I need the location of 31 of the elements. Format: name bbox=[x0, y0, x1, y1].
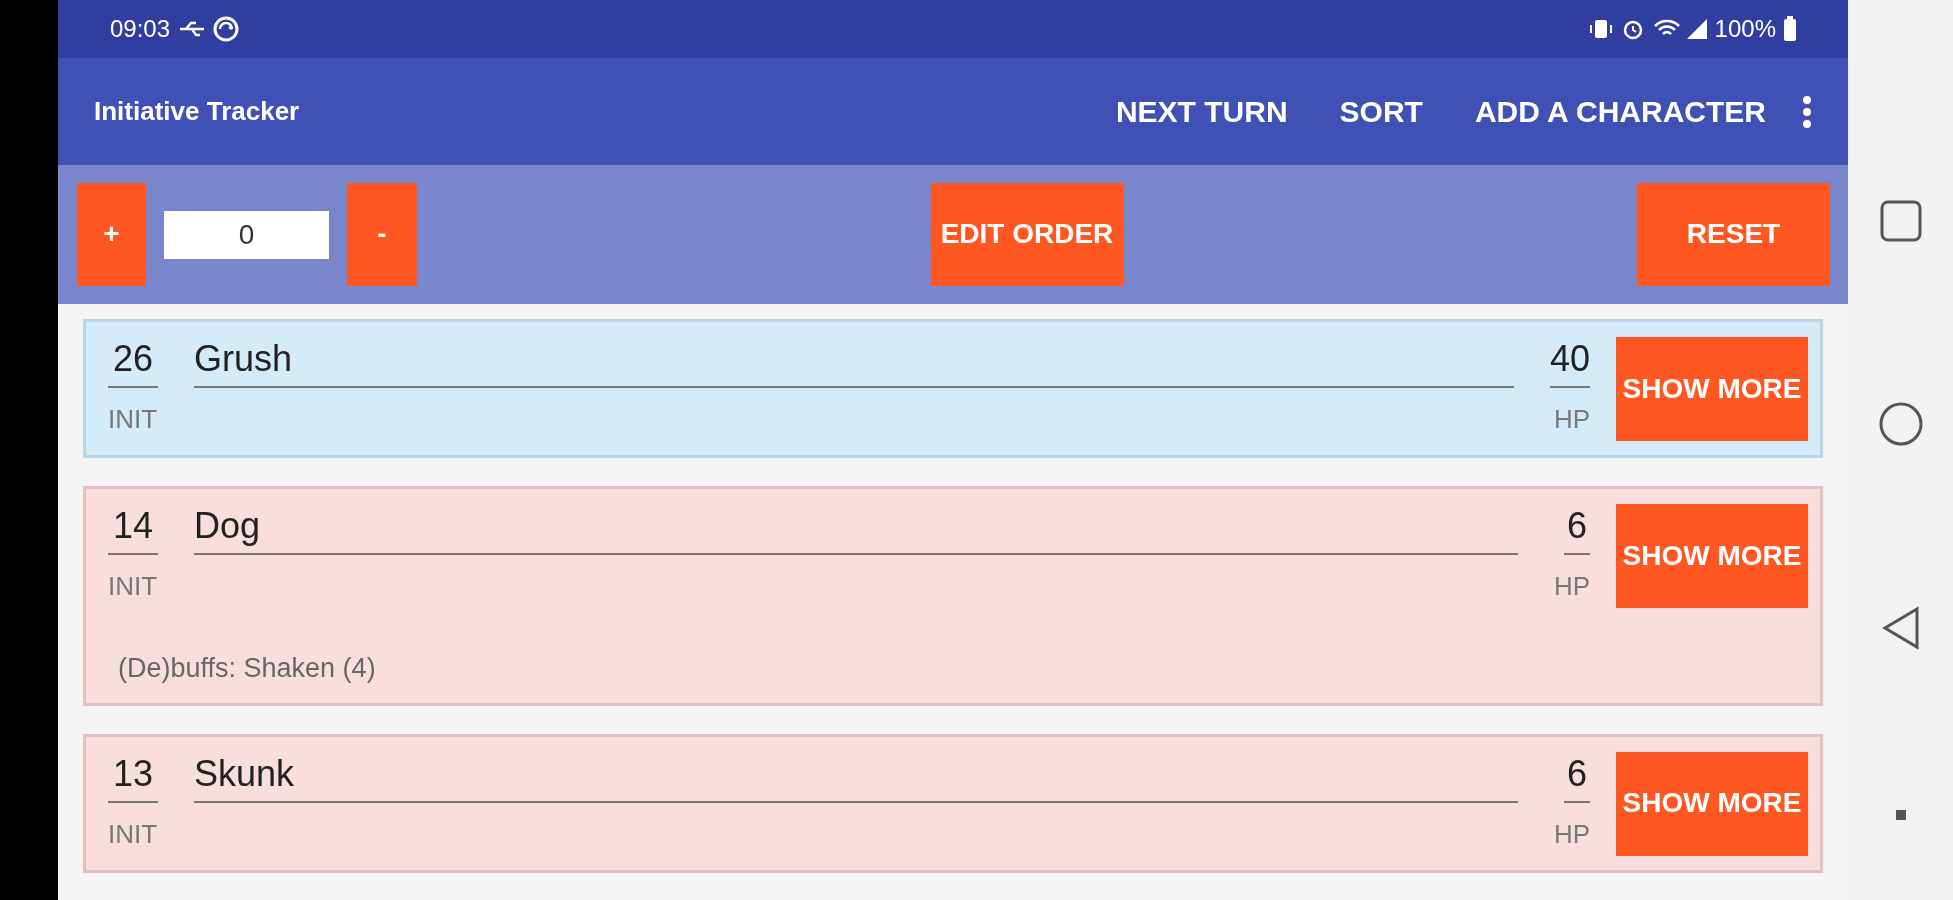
buffs-text: (De)buffs: Shaken (4) bbox=[118, 652, 377, 685]
back-icon bbox=[1880, 605, 1921, 651]
number-input[interactable]: 0 bbox=[164, 210, 329, 259]
vibrate-icon bbox=[1588, 17, 1613, 41]
hp-label: HP bbox=[1553, 403, 1590, 437]
initiative-label: INIT bbox=[108, 570, 158, 604]
hp-label: HP bbox=[1553, 817, 1590, 851]
hp-value[interactable]: 6 bbox=[1564, 751, 1590, 803]
sync-icon bbox=[212, 15, 241, 43]
initiative-label: INIT bbox=[108, 817, 158, 851]
app-title: Initiative Tracker bbox=[94, 95, 300, 128]
initiative-value[interactable]: 14 bbox=[108, 504, 158, 556]
name-field[interactable]: Skunk bbox=[194, 751, 1518, 803]
hp-value[interactable]: 6 bbox=[1564, 504, 1590, 556]
initiative-value[interactable]: 13 bbox=[108, 751, 158, 803]
square-icon bbox=[1878, 199, 1923, 243]
initiative-label: INIT bbox=[108, 403, 158, 437]
toolbar-action[interactable]: ADD A CHARACTER bbox=[1448, 89, 1792, 134]
hp-value[interactable]: 40 bbox=[1549, 337, 1590, 389]
home-icon bbox=[1877, 401, 1924, 447]
battery-icon bbox=[1782, 16, 1798, 42]
hp-label: HP bbox=[1553, 570, 1590, 604]
overflow-menu-icon bbox=[1802, 94, 1812, 129]
status-time: 09:03 bbox=[110, 14, 171, 44]
name-field[interactable]: Dog bbox=[194, 504, 1518, 556]
toolbar-action[interactable]: NEXT TURN bbox=[1089, 89, 1314, 134]
usb-icon bbox=[178, 19, 207, 39]
toolbar-action[interactable]: SORT bbox=[1313, 89, 1449, 134]
initiative-value[interactable]: 26 bbox=[108, 337, 158, 389]
battery-percent: 100% bbox=[1714, 14, 1776, 44]
name-field[interactable]: Grush bbox=[194, 337, 1514, 389]
